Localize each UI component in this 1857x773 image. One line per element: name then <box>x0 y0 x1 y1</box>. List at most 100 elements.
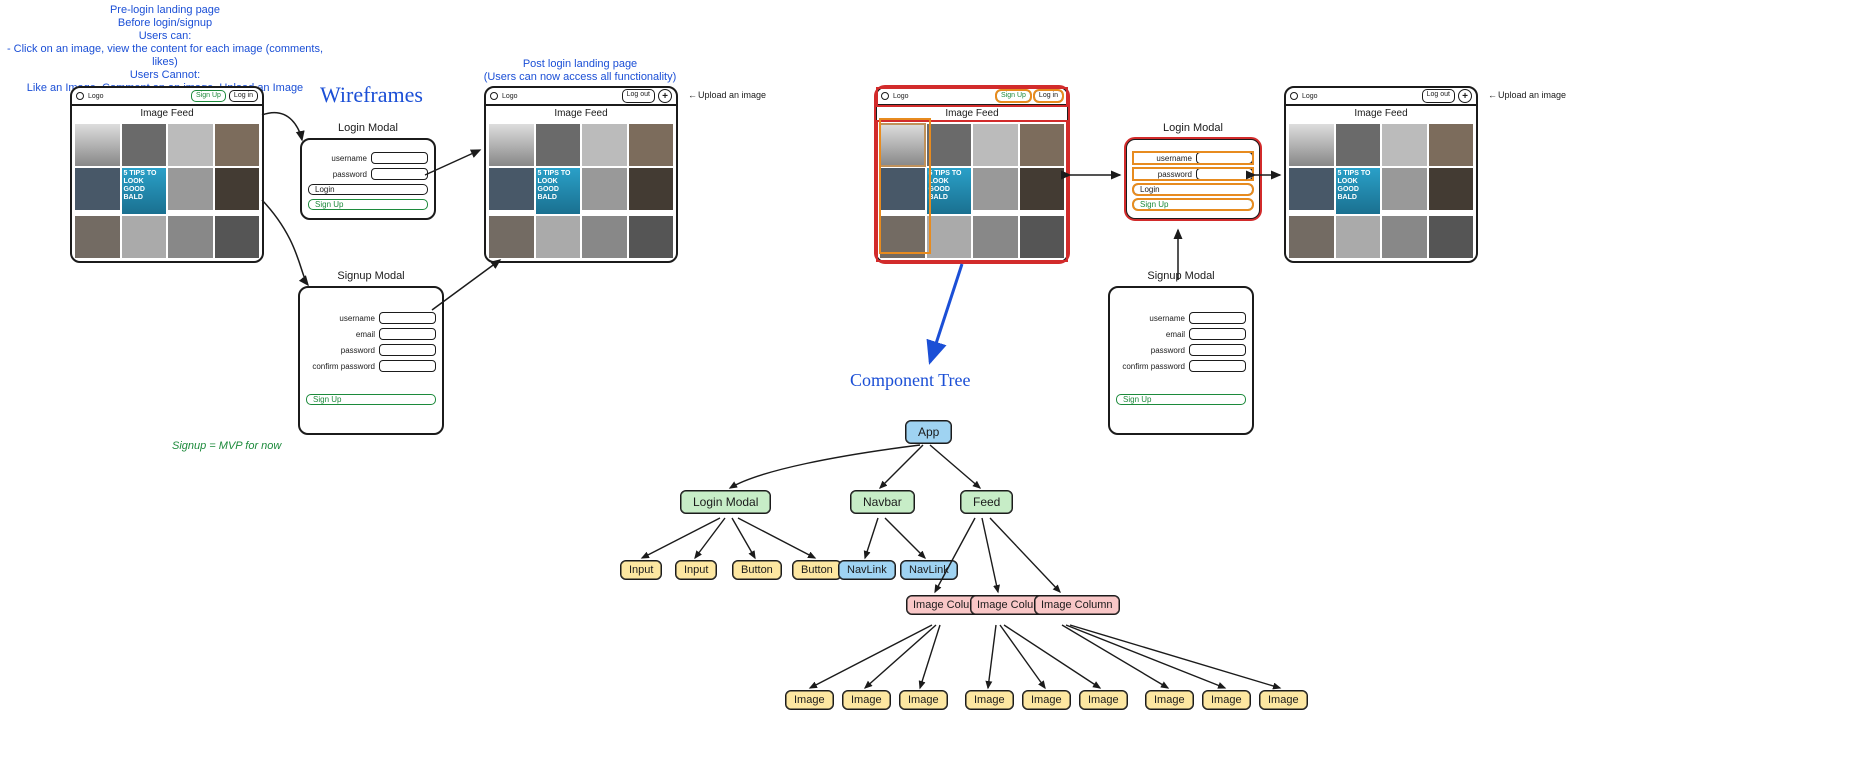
password-input[interactable] <box>371 168 428 180</box>
image-tile[interactable] <box>1336 216 1381 258</box>
image-tile[interactable] <box>582 124 627 166</box>
login-submit-button[interactable]: Login <box>1133 184 1253 195</box>
image-tile[interactable] <box>1382 168 1427 210</box>
field-row: email <box>306 328 436 340</box>
modal-title: Login Modal <box>300 122 436 134</box>
node-app: App <box>905 420 952 444</box>
password-input[interactable] <box>379 344 436 356</box>
signup-link-button[interactable]: Sign Up <box>1133 199 1253 210</box>
image-tile[interactable] <box>973 216 1018 258</box>
password-input[interactable] <box>1189 344 1246 356</box>
ann-line: - Click on an image, view the content fo… <box>0 43 330 69</box>
upload-plus-icon[interactable]: + <box>658 89 672 103</box>
image-tile[interactable] <box>629 216 674 258</box>
feed-title: Image Feed <box>486 106 676 121</box>
postlogin-annotations: Post login landing page (Users can now a… <box>470 58 690 84</box>
logo-label: Logo <box>893 93 909 100</box>
image-tile[interactable] <box>75 216 120 258</box>
image-tile[interactable] <box>1382 216 1427 258</box>
email-input[interactable] <box>379 328 436 340</box>
login-modal: username password Login Sign Up <box>300 138 436 220</box>
image-tile[interactable] <box>1429 216 1474 258</box>
image-tile-caption[interactable]: 5 TIPS TO LOOK GOOD BALD <box>122 168 167 214</box>
username-input[interactable] <box>1189 312 1246 324</box>
login-modal-group: Login Modal username password Login Sign… <box>300 122 436 220</box>
image-tile[interactable] <box>215 168 260 210</box>
image-tile-caption[interactable]: 5 TIPS TO LOOK GOOD BALD <box>536 168 581 214</box>
field-row: username <box>1116 312 1246 324</box>
image-tile-caption[interactable]: 5 TIPS TO LOOK GOOD BALD <box>927 168 972 214</box>
image-tile[interactable] <box>1289 124 1334 166</box>
node-navlink: NavLink <box>838 560 896 580</box>
username-input[interactable] <box>1196 152 1253 164</box>
image-tile[interactable] <box>536 124 581 166</box>
node-image: Image <box>1202 690 1251 710</box>
email-input[interactable] <box>1189 328 1246 340</box>
logout-button[interactable]: Log out <box>1422 89 1455 103</box>
image-tile[interactable] <box>489 168 534 210</box>
username-input[interactable] <box>379 312 436 324</box>
image-tile[interactable] <box>1289 168 1334 210</box>
label-username: username <box>1156 154 1192 163</box>
signup-button[interactable]: Sign Up <box>191 90 226 102</box>
image-tile[interactable] <box>1429 124 1474 166</box>
node-image: Image <box>1079 690 1128 710</box>
image-tile[interactable] <box>973 124 1018 166</box>
node-input: Input <box>620 560 662 580</box>
label-password: password <box>341 346 375 355</box>
image-feed-grid: 5 TIPS TO LOOK GOOD BALD <box>72 121 262 261</box>
image-tile[interactable] <box>536 216 581 258</box>
image-tile[interactable] <box>168 124 213 166</box>
image-tile[interactable] <box>215 216 260 258</box>
confirm-password-input[interactable] <box>379 360 436 372</box>
image-tile[interactable] <box>1020 124 1065 166</box>
window-postlogin: Logo Log out + Image Feed 5 TIPS TO LOOK… <box>484 86 678 263</box>
image-tile[interactable] <box>629 168 674 210</box>
image-tile[interactable] <box>168 216 213 258</box>
image-tile[interactable] <box>1020 168 1065 210</box>
node-image: Image <box>1145 690 1194 710</box>
image-tile[interactable] <box>75 168 120 210</box>
signup-link-button[interactable]: Sign Up <box>308 199 428 210</box>
logout-button[interactable]: Log out <box>622 89 655 103</box>
titlebar: Logo Log out + <box>486 88 676 106</box>
image-tile[interactable] <box>1336 124 1381 166</box>
prelogin-annotations: Pre-login landing page Before login/sign… <box>0 4 330 95</box>
image-tile[interactable] <box>927 216 972 258</box>
image-tile[interactable] <box>1429 168 1474 210</box>
field-row: confirm password <box>306 360 436 372</box>
confirm-password-input[interactable] <box>1189 360 1246 372</box>
node-image: Image <box>1022 690 1071 710</box>
ann-line: Post login landing page <box>470 58 690 71</box>
login-button[interactable]: Log in <box>229 90 258 102</box>
image-tile[interactable] <box>215 124 260 166</box>
label-username: username <box>339 314 375 323</box>
image-tile-caption[interactable]: 5 TIPS TO LOOK GOOD BALD <box>1336 168 1381 214</box>
signup-button[interactable]: Sign Up <box>996 90 1031 102</box>
image-tile[interactable] <box>973 168 1018 210</box>
titlebar: Logo Sign Up Log in <box>72 88 262 106</box>
image-tile[interactable] <box>927 124 972 166</box>
login-submit-button[interactable]: Login <box>308 184 428 195</box>
image-tile[interactable] <box>168 168 213 210</box>
image-tile[interactable] <box>1020 216 1065 258</box>
upload-plus-icon[interactable]: + <box>1458 89 1472 103</box>
password-input[interactable] <box>1196 168 1253 180</box>
ann-line: Before login/signup <box>0 17 330 30</box>
username-input[interactable] <box>371 152 428 164</box>
image-tile[interactable] <box>489 216 534 258</box>
image-tile[interactable] <box>75 124 120 166</box>
image-tile[interactable] <box>122 216 167 258</box>
field-row: email <box>1116 328 1246 340</box>
image-tile[interactable] <box>1289 216 1334 258</box>
node-image: Image <box>965 690 1014 710</box>
modal-title: Login Modal <box>1125 122 1261 134</box>
image-tile[interactable] <box>1382 124 1427 166</box>
image-tile[interactable] <box>582 168 627 210</box>
image-tile[interactable] <box>582 216 627 258</box>
image-tile[interactable] <box>629 124 674 166</box>
image-tile[interactable] <box>489 124 534 166</box>
login-button[interactable]: Log in <box>1034 90 1063 102</box>
image-tile[interactable] <box>122 124 167 166</box>
signup-submit-button[interactable]: Sign Up <box>306 394 436 405</box>
